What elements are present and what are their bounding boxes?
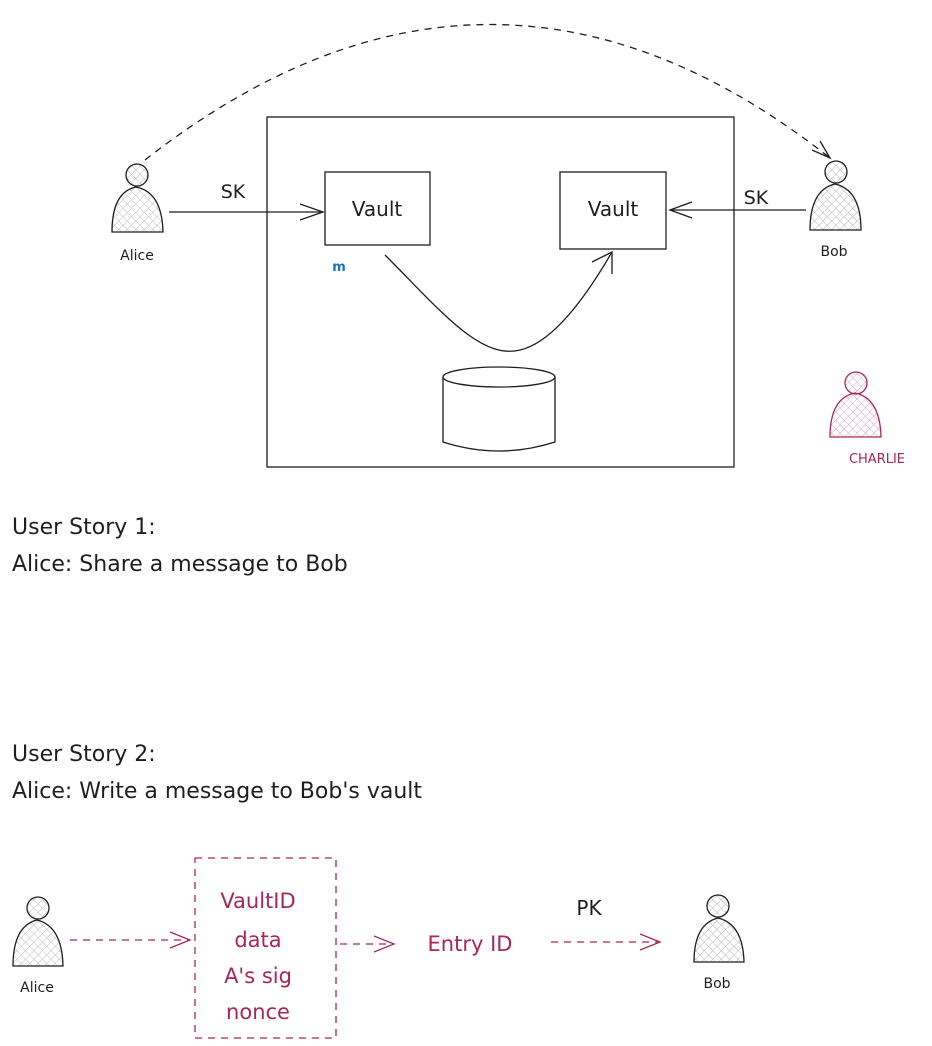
vault-left-label: Vault (352, 197, 403, 221)
alice-bottom-label: Alice (20, 980, 54, 996)
bob-bottom-label: Bob (703, 976, 730, 992)
bob-bottom-actor-icon (693, 894, 745, 963)
box-line-data: data (234, 928, 281, 952)
vault-right-label: Vault (588, 197, 639, 221)
alice-bottom-actor-icon (12, 896, 64, 967)
user-story-1-text: Alice: Share a message to Bob (12, 552, 348, 577)
box-line-sig: A's sig (224, 964, 292, 988)
charlie-actor-icon (829, 371, 882, 438)
bob-sk-label: SK (744, 187, 769, 209)
system-container (266, 116, 735, 468)
m-label: m (332, 260, 346, 275)
database-icon (442, 366, 556, 452)
dashed-curve-alice-to-bob (144, 23, 831, 161)
box-line-vaultid: VaultID (220, 889, 295, 913)
alice-actor-icon (111, 163, 164, 233)
whiteboard-canvas: Alice SK Vault m Vault Bob SK CHARLIE Us… (12, 23, 905, 1039)
pk-label: PK (576, 896, 602, 920)
alice-label: Alice (120, 248, 154, 264)
user-story-1-title: User Story 1: (12, 515, 156, 540)
vault-transfer-curve (384, 251, 613, 352)
user-story-2-title: User Story 2: (12, 742, 156, 767)
box-line-nonce: nonce (226, 1000, 290, 1024)
entry-id-label: Entry ID (428, 932, 513, 956)
alice-sk-label: SK (221, 181, 246, 203)
user-story-2-text: Alice: Write a message to Bob's vault (12, 779, 422, 804)
charlie-label: CHARLIE (849, 452, 905, 467)
vault-transfer-arrowhead (591, 250, 613, 274)
bob-actor-icon (809, 160, 862, 231)
bob-label: Bob (820, 244, 847, 260)
